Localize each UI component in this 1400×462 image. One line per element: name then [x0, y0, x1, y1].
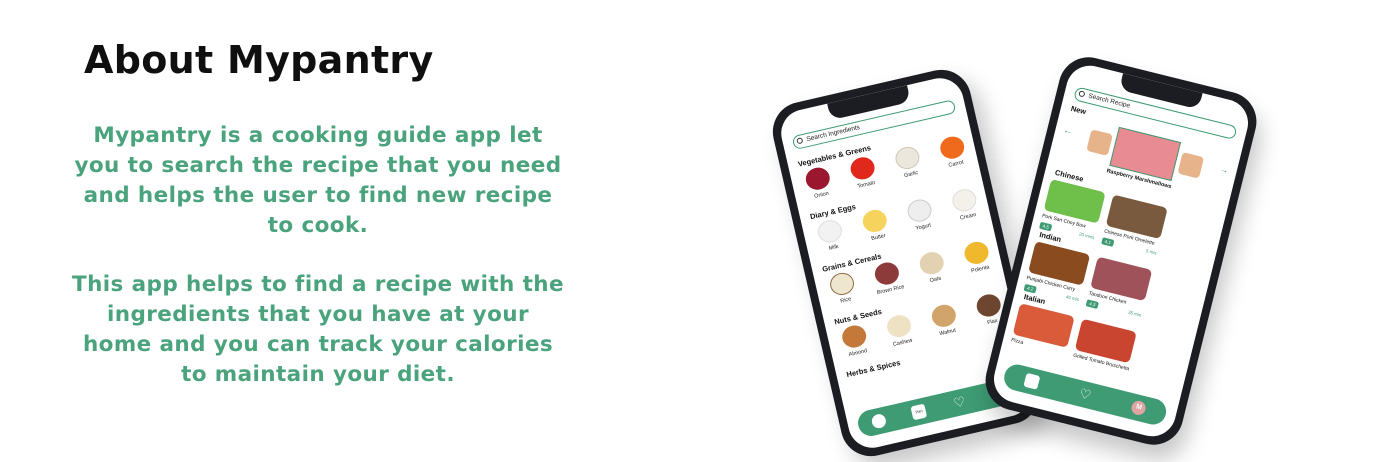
ingredient-item[interactable]: Oats [912, 248, 954, 286]
search-icon [796, 137, 804, 145]
ingredient-item[interactable]: Butter [855, 206, 897, 244]
ingredient-item[interactable]: Milk [810, 217, 852, 255]
yogurt-image [905, 197, 934, 225]
rice-image [827, 270, 857, 298]
recipe-card[interactable]: Grilled Tomato Bruschetta [1073, 318, 1137, 372]
section-title: Herbs & Spices [845, 357, 902, 380]
ingredient-label: Walnut [938, 327, 957, 338]
ingredient-label: Milk [828, 243, 840, 252]
ingredient-item[interactable]: Brown Rice [867, 259, 909, 297]
pantry-icon[interactable]: Pan [910, 403, 928, 421]
cashew-image [884, 312, 914, 340]
almond-image [840, 323, 869, 350]
search-placeholder: Search Ingredients [805, 123, 861, 144]
ingredient-label: Tomato [856, 179, 876, 190]
ingredient-label: Polenta [970, 264, 991, 275]
ingredient-label: Cream [959, 212, 977, 222]
ingredient-item[interactable]: Tomato [843, 154, 885, 192]
cook-time: 40 mis [1065, 294, 1080, 303]
new-section-title: New [1069, 103, 1088, 117]
ingredient-item[interactable]: Onion [798, 164, 840, 202]
cook-time: 5 mis [1145, 248, 1158, 256]
carrot-image [938, 134, 967, 162]
tomato-image [848, 154, 877, 182]
cream-image [950, 186, 979, 214]
ingredient-label: Oats [929, 275, 942, 285]
ingredient-item[interactable]: Almond [834, 322, 876, 360]
home-icon[interactable] [870, 412, 888, 430]
pantry-icon[interactable] [1023, 372, 1040, 390]
ingredient-item[interactable]: Cream [944, 185, 986, 223]
walnut-image [929, 302, 959, 330]
oats-image [917, 249, 946, 277]
butter-image [860, 207, 889, 235]
cook-time: 20 mins [1078, 231, 1096, 241]
brown-rice-image [872, 260, 902, 287]
featured-thumb-image [1086, 129, 1113, 156]
ingredient-label: Butter [870, 232, 887, 243]
ingredient-label: Almond [848, 348, 868, 359]
ingredient-label: Rice [839, 296, 852, 305]
featured-thumb-image [1177, 152, 1205, 179]
description-paragraph-2: This app helps to find a recipe with the… [72, 272, 564, 387]
ingredient-label: Cashew [892, 337, 914, 348]
ingredient-item[interactable]: Rice [822, 269, 864, 307]
ingredient-item[interactable]: Yogurt [900, 196, 942, 234]
recipe-card[interactable]: Chinese Pork Omelette 4.1 5 mis [1101, 194, 1168, 257]
heart-icon[interactable]: ♡ [951, 393, 968, 411]
phone-mockup-recipes: Search Recipe New ← → Raspberry Marshmal… [979, 50, 1263, 452]
rating-badge: 4.1 [1101, 237, 1115, 247]
ingredient-label: Flax [986, 317, 999, 327]
description-paragraph-1: Mypantry is a cooking guide app let you … [74, 123, 562, 238]
search-placeholder: Search Recipe [1087, 92, 1131, 110]
ingredient-label: Brown Rice [876, 284, 906, 297]
chevron-left-icon[interactable]: ← [1062, 125, 1073, 137]
recipe-card[interactable]: Tandoori Chicken 4.3 35 mis [1085, 256, 1153, 320]
milk-image [815, 217, 845, 245]
ingredient-item[interactable]: Walnut [924, 301, 966, 339]
polenta-image [962, 239, 991, 267]
garlic-image [893, 144, 922, 172]
ingredient-item[interactable]: Carrot [932, 133, 974, 171]
ingredient-item[interactable]: Polenta [957, 238, 999, 276]
heart-icon[interactable]: ♡ [1077, 385, 1094, 403]
ingredient-label: Yogurt [915, 222, 932, 232]
profile-icon[interactable]: M [1130, 399, 1148, 417]
ingredient-item[interactable]: Garlic [887, 143, 929, 181]
page-title: About Mypantry [84, 38, 434, 82]
ingredient-label: Carrot [947, 159, 965, 169]
flax-image [974, 292, 1003, 319]
recipe-screen: Search Recipe New ← → Raspberry Marshmal… [988, 60, 1254, 442]
search-icon [1078, 90, 1086, 98]
cook-time: 35 mis [1127, 309, 1142, 318]
ingredient-label: Garlic [903, 170, 919, 180]
ingredient-item[interactable]: Cashew [879, 311, 921, 349]
recipe-card[interactable]: Pizza [1010, 303, 1075, 356]
onion-image [803, 165, 832, 193]
chevron-right-icon[interactable]: → [1219, 164, 1230, 176]
rating-badge: 4.3 [1085, 299, 1100, 310]
ingredient-label: Onion [813, 190, 830, 200]
